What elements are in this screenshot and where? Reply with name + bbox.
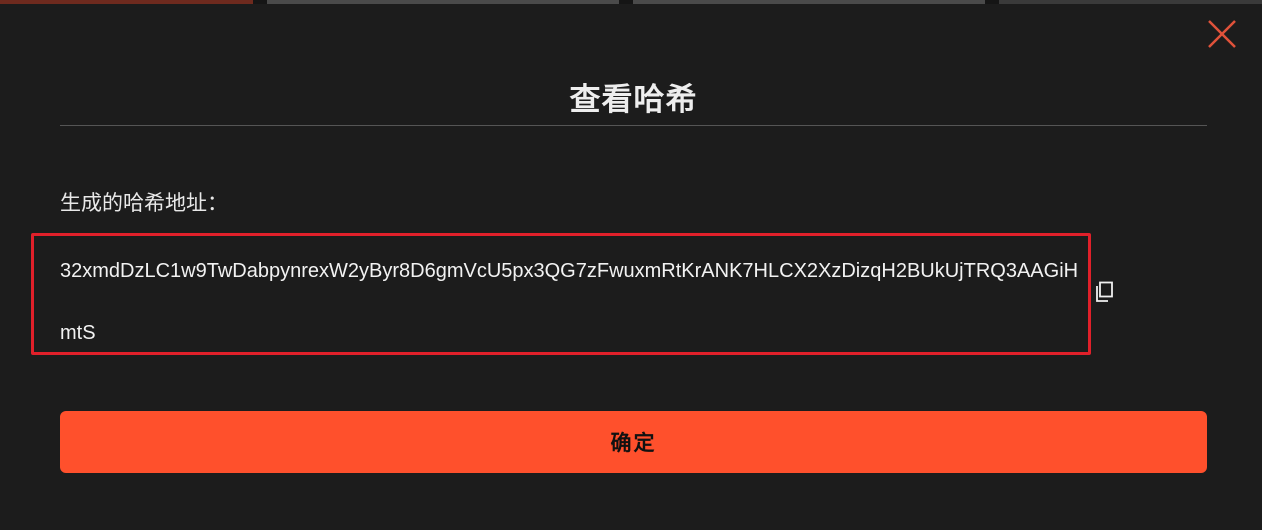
- hash-address-label: 生成的哈希地址：: [60, 191, 228, 215]
- close-icon: [1208, 20, 1236, 48]
- title-divider: [60, 125, 1207, 126]
- dialog-title: 查看哈希: [569, 82, 698, 118]
- copy-icon: [1096, 281, 1113, 302]
- view-hash-dialog: 查看哈希 生成的哈希地址： 32xmdDzLC1w9TwDabpynrexW2y…: [0, 4, 1262, 530]
- close-button[interactable]: [1206, 18, 1238, 50]
- confirm-button[interactable]: 确定: [60, 411, 1207, 473]
- copy-button[interactable]: [1094, 281, 1114, 303]
- hash-address-value[interactable]: 32xmdDzLC1w9TwDabpynrexW2yByr8D6gmVcU5px…: [60, 240, 1084, 364]
